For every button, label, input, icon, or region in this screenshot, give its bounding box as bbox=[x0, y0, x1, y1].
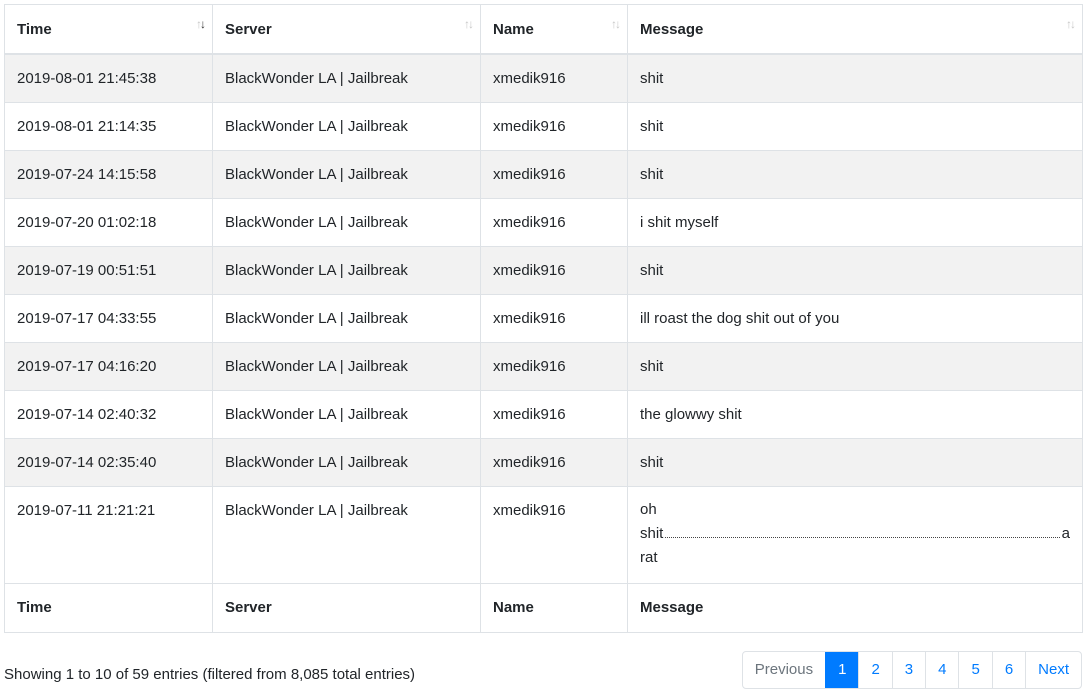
cell-server: BlackWonder LA | Jailbreak bbox=[212, 437, 481, 487]
cell-server: BlackWonder LA | Jailbreak bbox=[212, 53, 481, 103]
cell-server: BlackWonder LA | Jailbreak bbox=[212, 341, 481, 391]
cell-time: 2019-07-11 21:21:21 bbox=[4, 485, 213, 584]
cell-server: BlackWonder LA | Jailbreak bbox=[212, 197, 481, 247]
cell-name: xmedik916 bbox=[480, 389, 628, 439]
multiline-message: oh shit a rat bbox=[640, 500, 1070, 566]
table-row: 2019-07-24 14:15:58 BlackWonder LA | Jai… bbox=[4, 149, 1083, 199]
cell-message: oh shit a rat bbox=[627, 485, 1083, 584]
cell-name: xmedik916 bbox=[480, 197, 628, 247]
cell-message: shit bbox=[627, 101, 1083, 151]
page-4-button[interactable]: 4 bbox=[925, 652, 958, 688]
footer-time: Time bbox=[4, 582, 213, 633]
cell-message: shit bbox=[627, 341, 1083, 391]
table-row: 2019-07-11 21:21:21 BlackWonder LA | Jai… bbox=[4, 485, 1083, 584]
cell-message: shit bbox=[627, 437, 1083, 487]
sort-icon: ↑↓ bbox=[464, 17, 474, 31]
footer-name: Name bbox=[480, 582, 628, 633]
cell-time: 2019-07-24 14:15:58 bbox=[4, 149, 213, 199]
page-5-button[interactable]: 5 bbox=[958, 652, 991, 688]
table-row: 2019-07-17 04:16:20 BlackWonder LA | Jai… bbox=[4, 341, 1083, 391]
column-header-time[interactable]: Time ↑↓ bbox=[4, 4, 213, 55]
column-header-server[interactable]: Server ↑↓ bbox=[212, 4, 481, 55]
table-row: 2019-07-19 00:51:51 BlackWonder LA | Jai… bbox=[4, 245, 1083, 295]
table-body: 2019-08-01 21:45:38 BlackWonder LA | Jai… bbox=[4, 53, 1083, 584]
cell-server: BlackWonder LA | Jailbreak bbox=[212, 293, 481, 343]
page: Time ↑↓ Server ↑↓ Name ↑↓ Message ↑↓ 201… bbox=[0, 0, 1092, 695]
table-row: 2019-08-01 21:45:38 BlackWonder LA | Jai… bbox=[4, 53, 1083, 103]
messages-table: Time ↑↓ Server ↑↓ Name ↑↓ Message ↑↓ 201… bbox=[4, 4, 1083, 633]
cell-name: xmedik916 bbox=[480, 149, 628, 199]
table-row: 2019-07-20 01:02:18 BlackWonder LA | Jai… bbox=[4, 197, 1083, 247]
sort-icon: ↑↓ bbox=[1066, 17, 1076, 31]
cell-message: the glowwy shit bbox=[627, 389, 1083, 439]
previous-page-button[interactable]: Previous bbox=[743, 652, 825, 688]
cell-message: i shit myself bbox=[627, 197, 1083, 247]
cell-server: BlackWonder LA | Jailbreak bbox=[212, 101, 481, 151]
column-header-name[interactable]: Name ↑↓ bbox=[480, 4, 628, 55]
cell-name: xmedik916 bbox=[480, 101, 628, 151]
cell-message: ill roast the dog shit out of you bbox=[627, 293, 1083, 343]
cell-message: shit bbox=[627, 53, 1083, 103]
page-1-button[interactable]: 1 bbox=[825, 652, 859, 688]
cell-server: BlackWonder LA | Jailbreak bbox=[212, 245, 481, 295]
cell-time: 2019-07-20 01:02:18 bbox=[4, 197, 213, 247]
cell-time: 2019-07-14 02:40:32 bbox=[4, 389, 213, 439]
table-row: 2019-07-17 04:33:55 BlackWonder LA | Jai… bbox=[4, 293, 1083, 343]
table-header: Time ↑↓ Server ↑↓ Name ↑↓ Message ↑↓ bbox=[4, 4, 1083, 55]
cell-time: 2019-08-01 21:14:35 bbox=[4, 101, 213, 151]
page-2-button[interactable]: 2 bbox=[858, 652, 891, 688]
table-footer: Time Server Name Message bbox=[4, 582, 1083, 633]
cell-time: 2019-07-17 04:16:20 bbox=[4, 341, 213, 391]
table-row: 2019-07-14 02:40:32 BlackWonder LA | Jai… bbox=[4, 389, 1083, 439]
cell-name: xmedik916 bbox=[480, 293, 628, 343]
sort-icon: ↑↓ bbox=[196, 17, 206, 31]
table-info: Showing 1 to 10 of 59 entries (filtered … bbox=[4, 666, 416, 683]
page-3-button[interactable]: 3 bbox=[891, 652, 925, 688]
pagination: Previous 1 2 3 4 5 6 Next bbox=[741, 651, 1082, 689]
footer-message: Message bbox=[627, 582, 1083, 633]
sort-icon: ↑↓ bbox=[611, 17, 621, 31]
page-6-button[interactable]: 6 bbox=[991, 652, 1025, 688]
cell-server: BlackWonder LA | Jailbreak bbox=[212, 389, 481, 439]
cell-server: BlackWonder LA | Jailbreak bbox=[212, 149, 481, 199]
cell-message: shit bbox=[627, 149, 1083, 199]
cell-name: xmedik916 bbox=[480, 53, 628, 103]
cell-name: xmedik916 bbox=[480, 485, 628, 584]
footer-server: Server bbox=[212, 582, 481, 633]
cell-message: shit bbox=[627, 245, 1083, 295]
dotted-leader bbox=[665, 536, 1060, 538]
cell-time: 2019-07-14 02:35:40 bbox=[4, 437, 213, 487]
cell-name: xmedik916 bbox=[480, 437, 628, 487]
cell-name: xmedik916 bbox=[480, 341, 628, 391]
cell-server: BlackWonder LA | Jailbreak bbox=[212, 485, 481, 584]
table-row: 2019-07-14 02:35:40 BlackWonder LA | Jai… bbox=[4, 437, 1083, 487]
column-header-message[interactable]: Message ↑↓ bbox=[627, 4, 1083, 55]
table-row: 2019-08-01 21:14:35 BlackWonder LA | Jai… bbox=[4, 101, 1083, 151]
cell-time: 2019-08-01 21:45:38 bbox=[4, 53, 213, 103]
next-page-button[interactable]: Next bbox=[1025, 652, 1081, 688]
cell-name: xmedik916 bbox=[480, 245, 628, 295]
cell-time: 2019-07-17 04:33:55 bbox=[4, 293, 213, 343]
cell-time: 2019-07-19 00:51:51 bbox=[4, 245, 213, 295]
